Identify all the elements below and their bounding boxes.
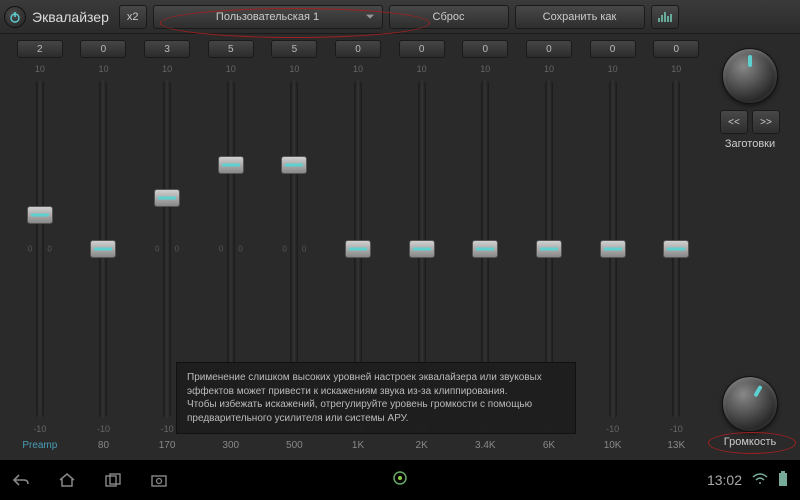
spectrum-button[interactable] — [651, 5, 679, 29]
recent-apps-icon[interactable] — [104, 471, 122, 489]
power-button[interactable] — [4, 6, 26, 28]
slider-thumb[interactable] — [536, 240, 562, 258]
slider-thumb[interactable] — [27, 206, 53, 224]
slider-value[interactable]: 0 — [335, 40, 381, 58]
wifi-icon — [752, 472, 768, 488]
toolbar: Эквалайзер x2 Пользовательская 1 Сброс С… — [0, 0, 800, 34]
slider-thumb[interactable] — [90, 240, 116, 258]
slider-value[interactable]: 2 — [17, 40, 63, 58]
slider-value[interactable]: 5 — [208, 40, 254, 58]
preset-next-button[interactable]: >> — [752, 110, 780, 134]
scale-max: 10 — [35, 64, 45, 74]
scale-max: 10 — [289, 64, 299, 74]
slider-column: 2 10 0 0 -10 Preamp — [8, 40, 72, 454]
frequency-label: 1K — [352, 440, 364, 454]
frequency-label: 3.4K — [475, 440, 496, 454]
scale-min: -10 — [33, 424, 46, 434]
frequency-label: 170 — [159, 440, 176, 454]
slider-thumb[interactable] — [218, 156, 244, 174]
slider-value[interactable]: 0 — [399, 40, 445, 58]
multiplier-button[interactable]: x2 — [119, 5, 147, 29]
preset-dropdown-label: Пользовательская 1 — [216, 11, 319, 23]
screenshot-icon[interactable] — [150, 471, 168, 489]
volume-knob-group: Громкость — [722, 376, 778, 448]
scale-max: 10 — [671, 64, 681, 74]
frequency-label: 10K — [604, 440, 622, 454]
system-bar: 13:02 — [0, 460, 800, 500]
warning-tooltip: Применение слишком высоких уровней настр… — [176, 362, 576, 434]
slider-value[interactable]: 0 — [590, 40, 636, 58]
frequency-label: Preamp — [22, 440, 57, 454]
slider-value[interactable]: 0 — [526, 40, 572, 58]
slider-value[interactable]: 0 — [80, 40, 126, 58]
slider-track[interactable]: 0 0 — [99, 80, 107, 418]
tooltip-line: Применение слишком высоких уровней настр… — [187, 371, 565, 398]
presets-knob[interactable] — [722, 48, 778, 104]
scale-max: 10 — [608, 64, 618, 74]
battery-icon — [778, 471, 788, 490]
scale-max: 10 — [162, 64, 172, 74]
scale-max: 10 — [226, 64, 236, 74]
frequency-label: 500 — [286, 440, 303, 454]
slider-column: 0 10 0 0 -10 10K — [581, 40, 645, 454]
reset-button[interactable]: Сброс — [389, 5, 509, 29]
frequency-label: 300 — [222, 440, 239, 454]
frequency-label: 6K — [543, 440, 555, 454]
slider-thumb[interactable] — [663, 240, 689, 258]
scale-max: 10 — [417, 64, 427, 74]
scale-max: 10 — [480, 64, 490, 74]
preset-prev-button[interactable]: << — [720, 110, 748, 134]
frequency-label: 13K — [667, 440, 685, 454]
scale-max: 10 — [98, 64, 108, 74]
preset-dropdown[interactable]: Пользовательская 1 — [153, 5, 383, 29]
slider-column: 0 10 0 0 -10 80 — [72, 40, 136, 454]
frequency-label: 2K — [416, 440, 428, 454]
scale-min: -10 — [161, 424, 174, 434]
slider-value[interactable]: 5 — [271, 40, 317, 58]
slider-value[interactable]: 0 — [653, 40, 699, 58]
slider-track[interactable]: 0 0 — [609, 80, 617, 418]
back-icon[interactable] — [12, 471, 30, 489]
home-icon[interactable] — [58, 471, 76, 489]
player-indicator-icon[interactable] — [392, 470, 408, 491]
slider-track[interactable]: 0 0 — [163, 80, 171, 418]
scale-min: -10 — [670, 424, 683, 434]
presets-knob-group: << >> Заготовки — [720, 48, 780, 150]
tooltip-line: Чтобы избежать искажений, отрегулируйте … — [187, 398, 565, 425]
presets-label: Заготовки — [725, 138, 775, 150]
scale-min: -10 — [606, 424, 619, 434]
slider-thumb[interactable] — [281, 156, 307, 174]
volume-knob[interactable] — [722, 376, 778, 432]
slider-thumb[interactable] — [472, 240, 498, 258]
slider-value[interactable]: 3 — [144, 40, 190, 58]
right-panel: << >> Заготовки Громкость — [708, 40, 792, 454]
page-title: Эквалайзер — [32, 9, 109, 25]
volume-label: Громкость — [724, 436, 776, 448]
slider-thumb[interactable] — [600, 240, 626, 258]
save-as-button[interactable]: Сохранить как — [515, 5, 645, 29]
slider-track[interactable]: 0 0 — [36, 80, 44, 418]
scale-max: 10 — [544, 64, 554, 74]
slider-thumb[interactable] — [409, 240, 435, 258]
frequency-label: 80 — [98, 440, 109, 454]
scale-max: 10 — [353, 64, 363, 74]
slider-column: 0 10 0 0 -10 13K — [644, 40, 708, 454]
clock: 13:02 — [707, 472, 742, 488]
slider-value[interactable]: 0 — [462, 40, 508, 58]
slider-track[interactable]: 0 0 — [672, 80, 680, 418]
slider-thumb[interactable] — [154, 189, 180, 207]
spectrum-icon — [658, 12, 672, 22]
slider-thumb[interactable] — [345, 240, 371, 258]
scale-min: -10 — [97, 424, 110, 434]
